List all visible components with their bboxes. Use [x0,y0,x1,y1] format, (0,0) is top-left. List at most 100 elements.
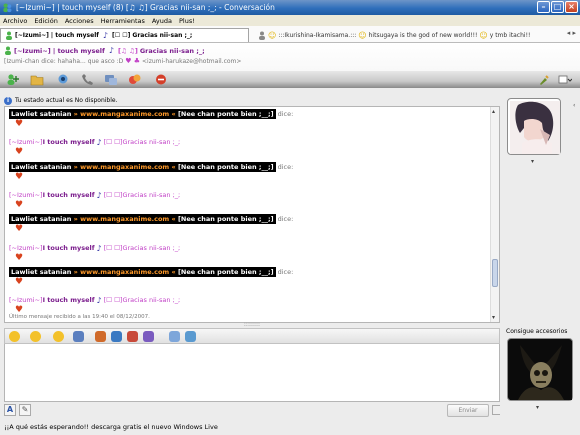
accessories-label[interactable]: Consigue accesorios [506,328,567,335]
sender-tag: [~Izumi~] [9,296,43,304]
separator-icon: « [169,163,178,171]
maximize-button[interactable]: □ [551,1,564,13]
message-line: [~Izumi~] I touch myself ♪ [☐ ☐] Gracias n… [9,190,180,200]
menu-plus[interactable]: Plus! [179,17,195,25]
separator-icon: » [71,163,81,171]
tab-ikurishina[interactable]: ☺ :::Ikurishina-Ikamisama.::: ☺ hitsugay… [254,28,554,42]
conversation-scrollbar[interactable]: ▴ ▾ [490,107,499,322]
handwriting-icon[interactable] [143,331,154,342]
voice-clip-icon[interactable] [111,331,122,342]
sender-name: Lawliet satanian [11,163,72,171]
sender-tag2: [☐ ☐] [103,244,123,252]
status-notice-text: Tu estado actual es No disponible. [15,97,118,104]
nudge-icon[interactable] [95,331,106,342]
send-button[interactable]: Enviar [447,404,489,417]
conversation-history[interactable]: Lawliet satanian » www.mangaxanime.com «… [4,106,500,323]
menu-acciones[interactable]: Acciones [65,17,94,25]
sender-website: www.mangaxanime.com [80,215,170,223]
sender-name-block: Lawliet satanian » www.mangaxanime.com «… [9,109,276,119]
custom-emoticon-icon[interactable] [53,331,64,342]
message-input[interactable] [4,344,500,402]
buddy-icon [259,31,265,40]
tab-ikurishina-suffix: hitsugaya is the god of new world!!! [368,31,478,39]
handwriting-mode-icon[interactable]: ✎ [19,404,31,416]
contact-tag: [♫ ♫] [117,46,138,55]
send-file-icon[interactable] [30,73,44,86]
minimize-button[interactable]: – [537,1,550,13]
call-icon[interactable] [80,73,94,86]
collapse-panel-icon[interactable]: ‹ [573,102,575,109]
separator-icon: « [169,110,178,118]
menu-ayuda[interactable]: Ayuda [152,17,172,25]
activities-icon[interactable] [104,73,118,86]
wink-icon[interactable] [30,331,41,342]
sender-tag2: [☐ ☐] [103,138,123,146]
scroll-up-arrow[interactable]: ▴ [492,108,495,115]
tab-izumi[interactable]: [~Izumi~] | touch myself ♪ [☐ ☐] Gracias… [0,28,249,42]
games-icon[interactable] [128,73,142,86]
my-picture-menu-icon[interactable]: ▾ [536,404,539,411]
block-icon[interactable] [154,73,168,86]
my-display-picture[interactable] [507,338,573,401]
compose-toolbar [4,328,500,344]
status-notice: i Tu estado actual es No disponible. [4,95,500,106]
heart-emoticon-icon: ♥ [15,253,24,263]
message-line: [~Izumi~] I touch myself ♪ [☐ ☐] Gracias n… [9,295,180,305]
menu-edicion[interactable]: Edición [34,17,58,25]
smiley-icon: ☺ [358,30,367,40]
contact-mood: Gracias nii-san ;_; [139,46,205,55]
sender-name-block: Lawliet satanian » www.mangaxanime.com «… [9,214,276,224]
sender-extra: [Nee chan ponte bien ;__;] [177,268,274,276]
background-icon[interactable] [73,331,84,342]
message-line: Lawliet satanian » www.mangaxanime.com «… [9,214,293,224]
says-label: dice: [277,268,294,276]
info-icon: i [4,96,12,105]
promo-text[interactable]: ¡¡A qué estás esperando!! descarga grati… [4,423,218,431]
close-button[interactable]: × [565,1,578,13]
music-note-icon: ♪ [108,46,114,55]
sender-nick: I touch myself [42,244,95,252]
music-note-icon: ♪ [96,295,102,305]
webcam-icon[interactable] [56,73,70,86]
sender-extra: [Nee chan ponte bien ;__;] [177,215,274,223]
menu-archivo[interactable]: Archivo [3,17,27,25]
menu-dropdown-icon[interactable] [558,74,572,86]
music-note-icon: ♪ [96,137,102,147]
smiley-icon: ☺ [479,30,488,40]
more-options-icon[interactable] [185,331,196,342]
contact-name: [~Izumi~] | touch myself [14,46,105,55]
scrollbar-thumb[interactable] [492,259,498,287]
display-picture-menu-icon[interactable]: ▾ [531,158,534,165]
menu-herramientas[interactable]: Herramientas [101,17,145,25]
invite-contact-icon[interactable] [6,73,20,86]
message-line: Lawliet satanian » www.mangaxanime.com «… [9,267,293,277]
sender-name-block: Lawliet satanian » www.mangaxanime.com «… [9,162,276,172]
tab-izumi-label: [~Izumi~] | touch myself [15,32,99,39]
font-icon[interactable]: A [4,404,16,416]
actions-toolbar [0,71,580,88]
emoticon-icon[interactable] [9,331,20,342]
heart-emoticon-icon: ♥ [15,224,24,234]
heart-emoticon-icon: ♥ [15,200,24,210]
contact-display-picture[interactable] [507,98,561,155]
image-icon[interactable] [127,331,138,342]
sender-nick: I touch myself [42,296,95,304]
title-bar[interactable]: [~Izumi~] | touch myself (8) [♫ ♫] Graci… [0,0,580,15]
sender-tag: [~Izumi~] [9,138,43,146]
text-format-icon[interactable] [169,331,180,342]
sender-name-block: Lawliet satanian » www.mangaxanime.com «… [9,267,276,277]
paint-brush-icon[interactable] [538,74,550,86]
tab-scroll-arrows[interactable]: ◂ ▸ [567,29,576,37]
sender-nick: I touch myself [42,138,95,146]
sender-name: Lawliet satanian [11,110,72,118]
sender-tag: [~Izumi~] [9,244,43,252]
compose-bottom-bar: A ✎ Enviar [4,402,502,418]
separator-icon: » [71,268,81,276]
tab-ikurishina-end: y tmb itachi!! [489,31,531,39]
message-line: [~Izumi~] I touch myself ♪ [☐ ☐] Gracias n… [9,243,180,253]
sender-nick: I touch myself [42,191,95,199]
sender-extra: [Nee chan ponte bien ;__;] [177,163,274,171]
buddy-status-icon [5,46,11,55]
sender-mood: Gracias nii-san ;_; [122,296,181,304]
scroll-down-arrow[interactable]: ▾ [492,314,495,321]
